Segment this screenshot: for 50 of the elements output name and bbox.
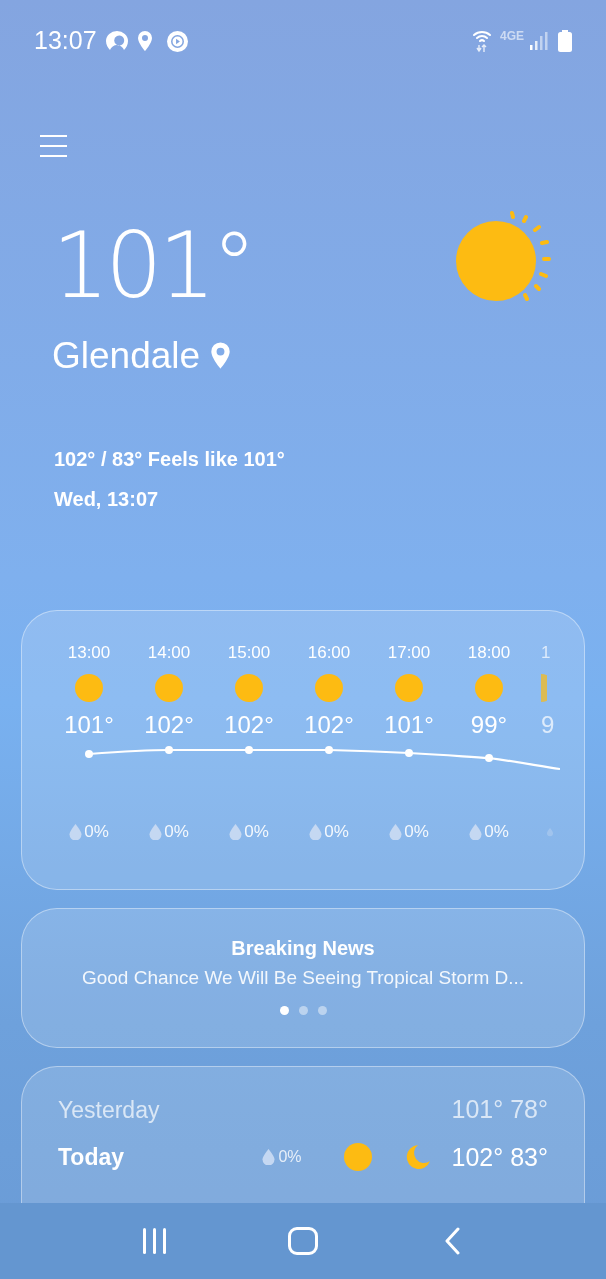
raindrop-icon — [69, 823, 83, 840]
news-headline: Good Chance We Will Be Seeing Tropical Storm D... — [81, 966, 525, 990]
precipitation-chance: 0% — [244, 821, 269, 843]
network-type: 4GE — [500, 28, 524, 45]
current-temperature: 101° — [52, 221, 254, 311]
hour-temperature: 9 — [541, 711, 555, 739]
signal-icon — [530, 32, 548, 50]
high-low-temperature: 102° 83° — [451, 1141, 548, 1173]
news-card[interactable]: Breaking News Good Chance We Will Be Seeing Tropical Storm D... — [21, 908, 585, 1048]
raindrop-icon — [229, 823, 243, 840]
precipitation-chance: 0% — [164, 821, 189, 843]
location-pin-icon — [210, 342, 232, 369]
location-name: Glendale — [52, 337, 201, 374]
home-button[interactable] — [288, 1227, 318, 1255]
location-pin-icon — [136, 31, 153, 51]
date-time: Wed, 13:07 — [54, 487, 160, 512]
hour-label: 14:00 — [147, 643, 191, 663]
hour-temperature: 102° — [144, 711, 194, 739]
precipitation-chance: 0% — [404, 821, 429, 843]
raindrop-icon — [149, 823, 163, 840]
ring-icon — [104, 30, 129, 52]
battery-icon — [558, 30, 572, 52]
raindrop-icon — [469, 823, 483, 840]
status-time: 13:07 — [34, 25, 97, 57]
hour-label: 18:00 — [467, 643, 511, 663]
hour-temperature: 101° — [64, 711, 114, 739]
hour-label: 1 — [541, 643, 551, 663]
hour-label: 17:00 — [387, 643, 431, 663]
raindrop-icon — [262, 1149, 276, 1166]
news-title: Breaking News — [231, 936, 375, 960]
raindrop-icon — [309, 823, 323, 840]
hour-label: 16:00 — [307, 643, 351, 663]
precipitation-chance: 0% — [84, 821, 109, 843]
wifi-icon — [472, 29, 492, 53]
high-low-temperature: 101° 78° — [451, 1094, 548, 1125]
raindrop-icon — [389, 823, 403, 840]
hour-temperature: 101° — [384, 711, 434, 739]
day-label: Yesterday — [58, 1095, 161, 1125]
high-low-feels-like: 102° / 83° Feels like 101° — [54, 447, 286, 472]
precipitation-chance: 0% — [484, 821, 509, 843]
hour-temperature: 99° — [470, 711, 508, 739]
hour-temperature: 102° — [304, 711, 354, 739]
menu-button[interactable] — [40, 133, 68, 159]
precipitation-chance: 0% — [278, 1147, 302, 1168]
play-circle-icon — [166, 30, 188, 52]
hour-temperature: 102° — [224, 711, 274, 739]
hour-label: 13:00 — [67, 643, 111, 663]
hour-label: 15:00 — [227, 643, 271, 663]
precipitation-chance: 0% — [324, 821, 349, 843]
day-label: Today — [58, 1143, 126, 1172]
